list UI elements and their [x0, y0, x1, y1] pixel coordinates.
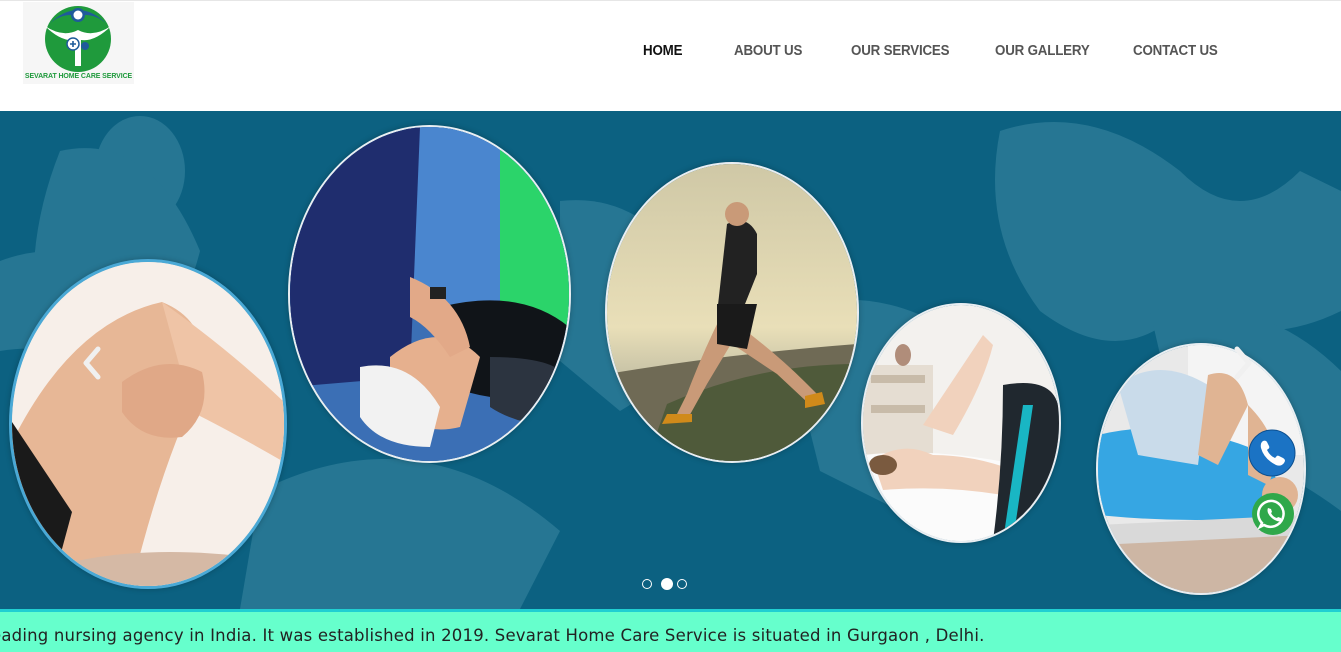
chevron-right-icon	[1234, 346, 1252, 380]
nav-contact-us[interactable]: CONTACT US	[1133, 43, 1218, 59]
nav-about-us[interactable]: ABOUT US	[734, 43, 802, 59]
slide-image-arm-therapy	[861, 303, 1061, 543]
slide-image-runner	[605, 162, 859, 463]
slider-next-button[interactable]	[1231, 345, 1255, 381]
logo-text: SEVARAT HOME CARE SERVICE	[24, 73, 133, 80]
hero-slider[interactable]	[0, 111, 1341, 609]
info-ticker: eading nursing agency in India. It was e…	[0, 609, 1341, 652]
call-button[interactable]	[1248, 429, 1296, 477]
chevron-left-icon	[83, 346, 101, 380]
slider-dot-3[interactable]	[677, 579, 687, 589]
site-header: SEVARAT HOME CARE SERVICE HOME ABOUT US …	[0, 0, 1341, 111]
nav-our-services[interactable]: OUR SERVICES	[851, 43, 950, 59]
slider-indicators	[642, 577, 692, 591]
slider-prev-button[interactable]	[80, 345, 104, 381]
nav-home[interactable]: HOME	[643, 43, 682, 59]
ticker-text: eading nursing agency in India. It was e…	[0, 626, 985, 645]
logo-emblem-icon	[45, 6, 111, 72]
slide-image-leg-therapy	[288, 125, 571, 463]
nav-our-gallery[interactable]: OUR GALLERY	[995, 43, 1090, 59]
whatsapp-icon	[1252, 493, 1294, 535]
whatsapp-button[interactable]	[1251, 492, 1295, 536]
slider-dot-2[interactable]	[661, 578, 673, 590]
main-nav: HOME ABOUT US OUR SERVICES OUR GALLERY C…	[0, 43, 1341, 63]
phone-icon	[1248, 429, 1296, 477]
slide-image-knee-massage	[9, 259, 287, 589]
slider-dot-1[interactable]	[642, 579, 652, 589]
